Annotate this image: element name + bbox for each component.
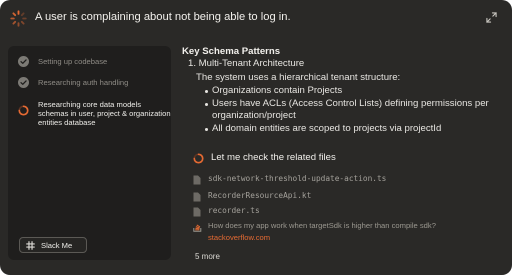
slack-icon [26,241,35,250]
check-files-label: Let me check the related files [211,152,336,163]
app-window: A user is complaining about not being ab… [0,0,512,275]
loading-ring-icon [18,105,29,116]
bullet-icon [205,90,208,93]
file-item[interactable]: RecorderResourceApi.kt [193,191,493,203]
file-icon [193,175,201,185]
loading-spinner-icon [10,10,27,27]
stackoverflow-icon [193,224,202,232]
file-name: RecorderResourceApi.kt [208,191,312,200]
file-icon [193,207,201,217]
step-label: Researching auth handling [38,78,129,87]
step-label: Researching core data models schemas in … [38,100,171,128]
stackoverflow-question: How does my app work when targetSdk is h… [208,221,436,230]
slack-me-button[interactable]: Slack Me [19,237,87,253]
stackoverflow-result[interactable]: How does my app work when targetSdk is h… [193,221,493,245]
bullet-domain-entities: All domain entities are scoped to projec… [212,123,442,134]
step-label: Setting up codebase [38,57,108,66]
check-circle-icon [18,56,29,67]
bullet-icon [205,128,208,131]
loading-ring-icon [193,153,204,164]
check-related-files-row: Let me check the related files [193,152,493,166]
list-item-multi-tenant: 1. Multi-Tenant Architecture [188,58,305,69]
file-name: sdk-network-threshold-update-action.ts [208,174,387,183]
stackoverflow-link[interactable]: stackoverflow.com [208,233,270,242]
more-results-link[interactable]: 5 more [195,252,220,261]
main-panel: Key Schema Patterns 1. Multi-Tenant Arch… [181,0,506,275]
progress-sidebar: Setting up codebase Researching auth han… [8,46,171,260]
slack-me-label: Slack Me [41,241,73,250]
file-item[interactable]: sdk-network-threshold-update-action.ts [193,174,493,186]
section-heading: Key Schema Patterns [182,46,281,57]
bullet-users-acls: Users have ACLs (Access Control Lists) d… [212,98,489,109]
bullet-organizations: Organizations contain Projects [212,85,343,96]
bullet-users-acls-cont: organization/project [212,110,296,121]
check-circle-icon [18,77,29,88]
file-icon [193,192,201,202]
bullet-icon [205,103,208,106]
architecture-description: The system uses a hierarchical tenant st… [196,72,401,83]
file-name: recorder.ts [208,206,260,215]
file-item[interactable]: recorder.ts [193,206,493,218]
